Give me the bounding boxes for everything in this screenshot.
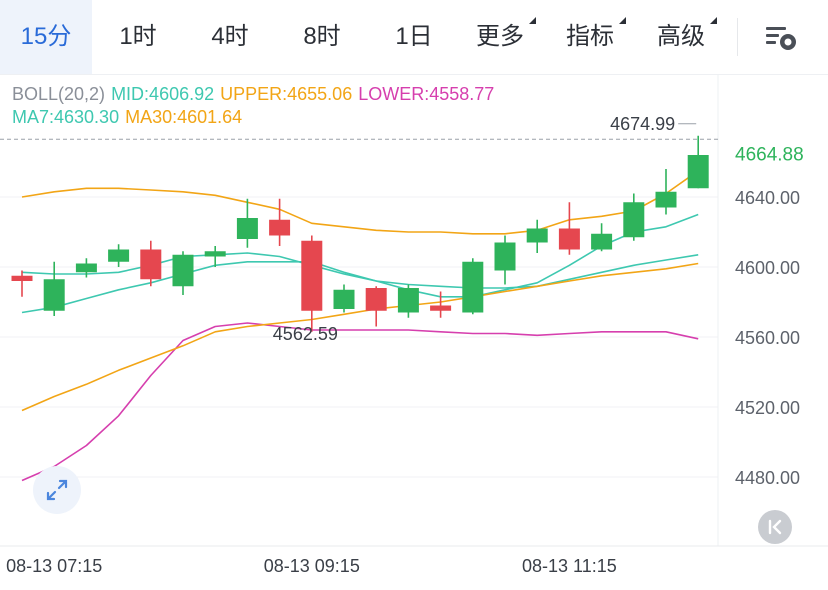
candle-down [140,249,162,280]
y-tick-label: 4600.00 [735,258,800,278]
tab-indicators[interactable]: 指标 [550,0,640,74]
y-tick-label: 4560.00 [735,328,800,348]
tab-divider [737,18,738,56]
tab-label: 1日 [395,23,433,50]
tab-more[interactable]: 更多 [460,0,550,74]
candle-up [687,155,709,189]
expand-icon [46,479,68,501]
candle-down [269,219,291,236]
y-tick-label: 4640.00 [735,188,800,208]
tab-8h[interactable]: 8时 [276,0,368,74]
tab-label: 更多 [476,23,524,50]
lower-line [21,322,699,482]
x-tick-label: 08-13 11:15 [522,556,617,576]
tab-1d[interactable]: 1日 [368,0,460,74]
tab-4h[interactable]: 4时 [184,0,276,74]
candle-up [75,263,97,273]
tab-label: 指标 [566,23,614,50]
fullscreen-button[interactable] [33,466,81,514]
candlestick-chart[interactable]: 4640.00 4600.00 4560.00 4520.00 4480.00 08-13… [0,74,828,590]
candle-up [462,261,484,313]
candle-up [397,288,419,313]
candle-up [623,202,645,238]
upper-line [21,170,699,235]
candle-up [333,289,355,309]
candle-up [108,249,130,262]
candle-up [236,218,258,239]
dropdown-caret-icon [529,17,536,24]
timeframe-tab-bar: 15分 1时 4时 8时 1日 更多 指标 高级 [0,0,828,75]
tab-1h[interactable]: 1时 [92,0,184,74]
candle-down [301,240,323,311]
tab-label: 1时 [119,23,157,50]
candle-down [558,228,580,250]
dropdown-caret-icon [619,17,626,24]
min-price-label: 4562.59 [273,324,338,344]
candle-up [526,228,548,243]
current-price-label: 4664.88 [735,144,804,165]
candle-down [365,288,387,311]
candle-up [43,279,65,311]
y-tick-label: 4480.00 [735,468,800,488]
double-chevron-left-icon [768,519,782,535]
max-price-label: 4674.99 [610,114,675,134]
x-tick-label: 08-13 07:15 [6,556,102,576]
tab-advanced[interactable]: 高级 [640,0,732,74]
tab-label: 高级 [657,23,705,50]
candle-down [430,305,452,311]
tab-label: 4时 [211,23,249,50]
candle-up [591,233,613,250]
y-tick-label: 4520.00 [735,398,800,418]
candle-down [11,275,33,281]
collapse-indicator-button[interactable] [758,510,792,544]
dropdown-caret-icon [710,17,717,24]
candle-up [494,242,516,271]
candle-up [172,254,194,287]
tab-label: 8时 [303,23,341,50]
chart-settings-icon[interactable] [760,18,800,56]
candle-up [655,191,677,208]
tab-label: 15分 [20,23,72,50]
candle-up [204,251,226,257]
x-tick-label: 08-13 09:15 [264,556,360,576]
tab-15min[interactable]: 15分 [0,0,92,74]
